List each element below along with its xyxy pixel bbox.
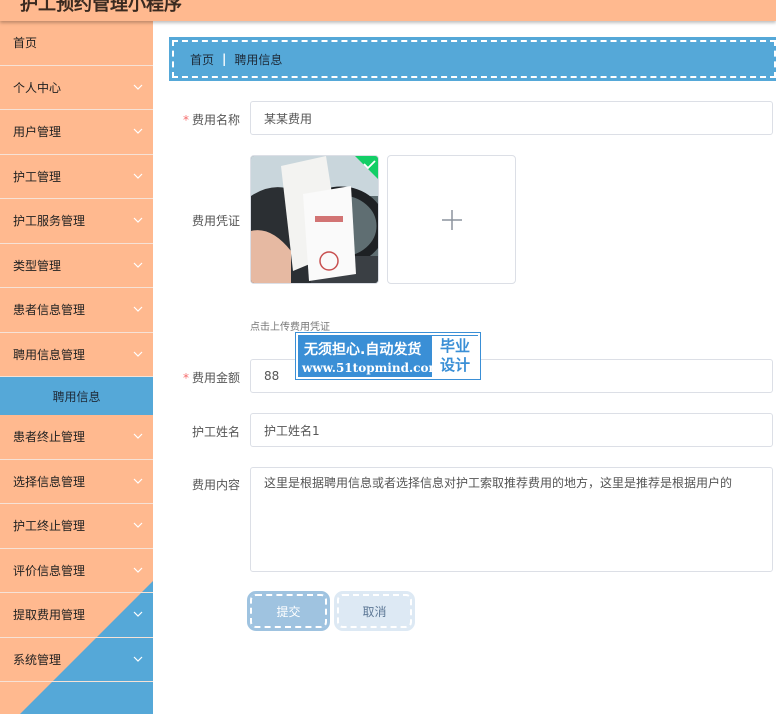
breadcrumb-separator: | <box>222 52 227 66</box>
fee-name-label: * 费用名称 <box>182 113 240 127</box>
chevron-down-icon <box>133 522 143 528</box>
voucher-thumbnail[interactable] <box>250 155 379 284</box>
chevron-down-icon <box>133 478 143 484</box>
sidebar-item-label: 提取费用管理 <box>13 608 86 623</box>
chevron-down-icon <box>133 173 143 179</box>
sidebar-item[interactable]: 患者终止管理 <box>0 415 153 460</box>
breadcrumb-home[interactable]: 首页 <box>190 51 214 68</box>
sidebar-item[interactable]: 护工管理 <box>0 155 153 199</box>
sidebar-item[interactable]: 聘用信息管理 <box>0 333 153 377</box>
watermark-box-line2: 设计 <box>439 356 470 374</box>
sidebar-item-label: 护工终止管理 <box>13 519 86 534</box>
fee-amount-label: * 费用金额 <box>182 371 240 385</box>
watermark-box: 毕业 设计 <box>432 336 478 377</box>
sidebar-item[interactable]: 提取费用管理 <box>0 593 153 638</box>
sidebar-item-label: 类型管理 <box>13 258 62 273</box>
sidebar-subitem-active[interactable]: 聘用信息 <box>0 377 153 415</box>
sidebar-item[interactable]: 用户管理 <box>0 110 153 155</box>
chevron-down-icon <box>133 217 143 223</box>
plus-icon <box>442 210 462 230</box>
form-row-fee-name: * 费用名称 某某费用 <box>170 101 776 135</box>
nurse-name-label: 护工姓名 <box>191 425 240 439</box>
top-header: 护工预约管理小程序 <box>0 0 776 21</box>
sidebar-item[interactable]: 个人中心 <box>0 66 153 110</box>
voucher-photo <box>251 156 378 283</box>
sidebar-item[interactable]: 护工终止管理 <box>0 504 153 549</box>
sidebar-item[interactable]: 患者信息管理 <box>0 288 153 333</box>
sidebar-item-label: 患者信息管理 <box>13 303 86 318</box>
sidebar-item-label: 护工服务管理 <box>13 214 86 229</box>
watermark-line1: 无须担心.自动发货 <box>304 342 422 358</box>
nurse-name-input[interactable]: 护工姓名1 <box>250 413 773 447</box>
sidebar-item-label: 系统管理 <box>13 652 62 667</box>
required-mark: * <box>182 113 189 127</box>
sidebar-item[interactable]: 选择信息管理 <box>0 460 153 504</box>
form-row-fee-content: 费用内容 这里是根据聘用信息或者选择信息对护工索取推荐费用的地方，这里是推荐是根… <box>170 467 776 572</box>
sidebar-item-label: 聘用信息 <box>52 389 101 404</box>
breadcrumb: 首页 | 聘用信息 <box>169 37 776 81</box>
sidebar-item-label: 护工管理 <box>13 169 62 184</box>
submit-button[interactable]: 提交 <box>247 591 330 631</box>
chevron-down-icon <box>133 262 143 268</box>
watermark-box-line1: 毕业 <box>439 337 470 355</box>
chevron-down-icon <box>133 611 143 617</box>
chevron-down-icon <box>133 433 143 439</box>
chevron-down-icon <box>133 656 143 662</box>
sidebar-item[interactable]: 评价信息管理 <box>0 549 153 593</box>
cancel-button[interactable]: 取消 <box>334 591 415 631</box>
watermark-line2: www.51topmind.com <box>302 361 442 375</box>
app-title: 护工预约管理小程序 <box>20 0 182 15</box>
chevron-down-icon <box>133 84 143 90</box>
form-row-nurse-name: 护工姓名 护工姓名1 <box>170 413 776 447</box>
sidebar-item-label: 个人中心 <box>13 80 62 95</box>
sidebar-item-label: 首页 <box>13 36 38 51</box>
fee-voucher-label: 费用凭证 <box>191 214 240 228</box>
fee-content-label: 费用内容 <box>191 478 240 492</box>
sidebar-item-label: 用户管理 <box>13 125 62 140</box>
chevron-down-icon <box>133 351 143 357</box>
sidebar-item-label: 患者终止管理 <box>13 430 86 445</box>
chevron-down-icon <box>133 306 143 312</box>
chevron-down-icon <box>133 128 143 134</box>
upload-button[interactable] <box>387 155 516 284</box>
sidebar-item[interactable]: 类型管理 <box>0 244 153 288</box>
sidebar-item-label: 聘用信息管理 <box>13 347 86 362</box>
sidebar-item-label: 评价信息管理 <box>13 563 86 578</box>
required-mark: * <box>182 371 189 385</box>
sidebar-item[interactable]: 系统管理 <box>0 638 153 682</box>
upload-hint: 点击上传费用凭证 <box>250 322 330 333</box>
fee-name-input[interactable]: 某某费用 <box>250 101 773 135</box>
breadcrumb-current: 聘用信息 <box>234 52 283 67</box>
sidebar-item[interactable]: 首页 <box>0 21 153 66</box>
sidebar-menu: 首页个人中心用户管理护工管理护工服务管理 类型管理患者信息管理 聘用信息管理聘用信息… <box>0 21 153 682</box>
chevron-down-icon <box>133 567 143 573</box>
fee-content-textarea[interactable]: 这里是根据聘用信息或者选择信息对护工索取推荐费用的地方，这里是推荐是根据用户的 <box>250 467 773 572</box>
sidebar-item[interactable]: 护工服务管理 <box>0 199 153 244</box>
watermark-banner: 无须担心.自动发货 www.51topmind.com 毕业 设计 <box>295 332 481 380</box>
sidebar-item-label: 选择信息管理 <box>13 474 86 489</box>
sidebar: 首页个人中心用户管理护工管理护工服务管理 类型管理患者信息管理 聘用信息管理聘用信息… <box>0 21 153 714</box>
